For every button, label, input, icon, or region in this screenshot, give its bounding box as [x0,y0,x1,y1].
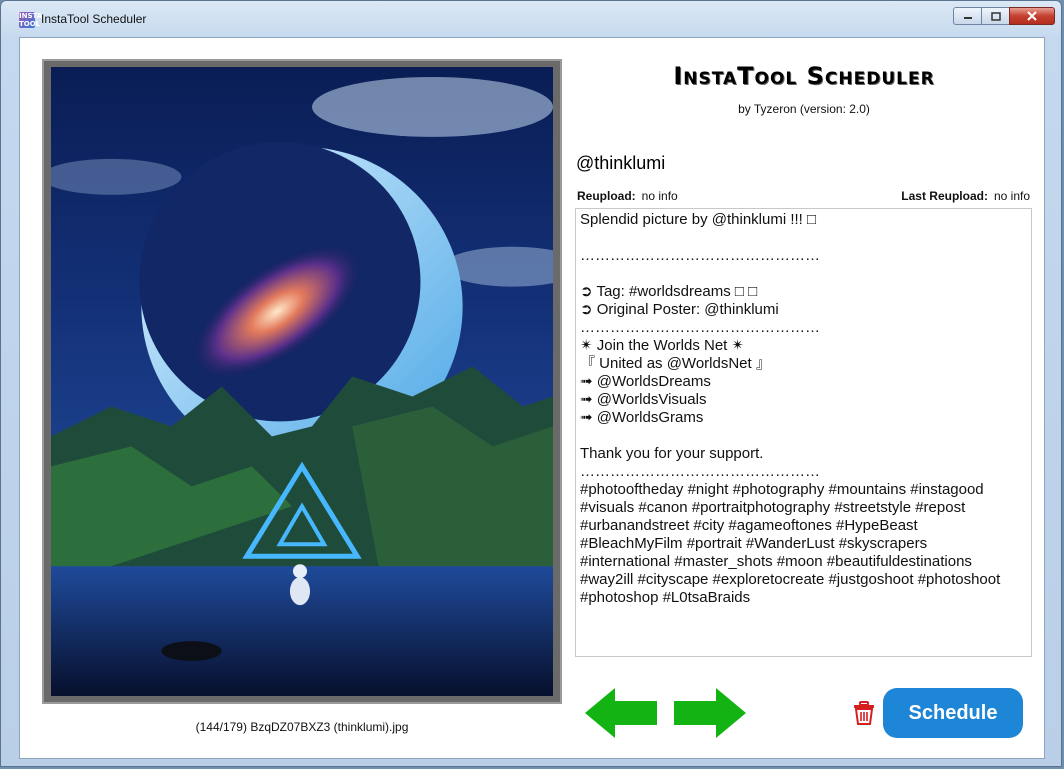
app-byline: by Tyzeron (version: 2.0) [738,102,870,116]
minimize-button[interactable] [953,7,981,25]
window-controls [953,7,1055,25]
maximize-icon [990,11,1001,21]
close-button[interactable] [1009,7,1055,25]
window-title: InstaTool Scheduler [41,12,147,26]
main-panel: (144/179) BzqDZ07BXZ3 (thinklumi).jpg In… [19,37,1045,759]
reupload-info: Reupload: no info [577,189,678,203]
schedule-button[interactable]: Schedule [883,688,1023,738]
photo-frame [42,59,562,704]
arrow-left-icon [585,688,657,738]
title-bar[interactable]: INSTA TOOL InstaTool Scheduler [1,1,1061,37]
post-image[interactable] [51,67,553,696]
app-title: InstaTool Scheduler [673,62,935,90]
next-button[interactable] [674,688,746,738]
minimize-icon [963,17,972,19]
trash-icon [854,701,874,725]
image-artwork [51,67,553,696]
app-icon: INSTA TOOL [19,12,43,28]
file-caption: (144/179) BzqDZ07BXZ3 (thinklumi).jpg [195,720,409,734]
maximize-button[interactable] [981,7,1009,25]
post-username: @thinklumi [576,153,666,173]
close-icon [1027,11,1037,21]
arrow-right-icon [674,688,746,738]
reupload-label: Reupload: [577,189,636,203]
delete-button[interactable] [853,701,875,725]
last-reupload-info: Last Reupload: no info [901,189,1030,203]
caption-textarea[interactable]: Splendid picture by @thinklumi !!! □ ………… [575,208,1032,657]
last-reupload-value: no info [993,189,1030,203]
app-window: INSTA TOOL InstaTool Scheduler (144/179)… [0,0,1062,767]
reupload-value: no info [641,189,678,203]
previous-button[interactable] [585,688,657,738]
last-reupload-label: Last Reupload: [901,189,988,203]
